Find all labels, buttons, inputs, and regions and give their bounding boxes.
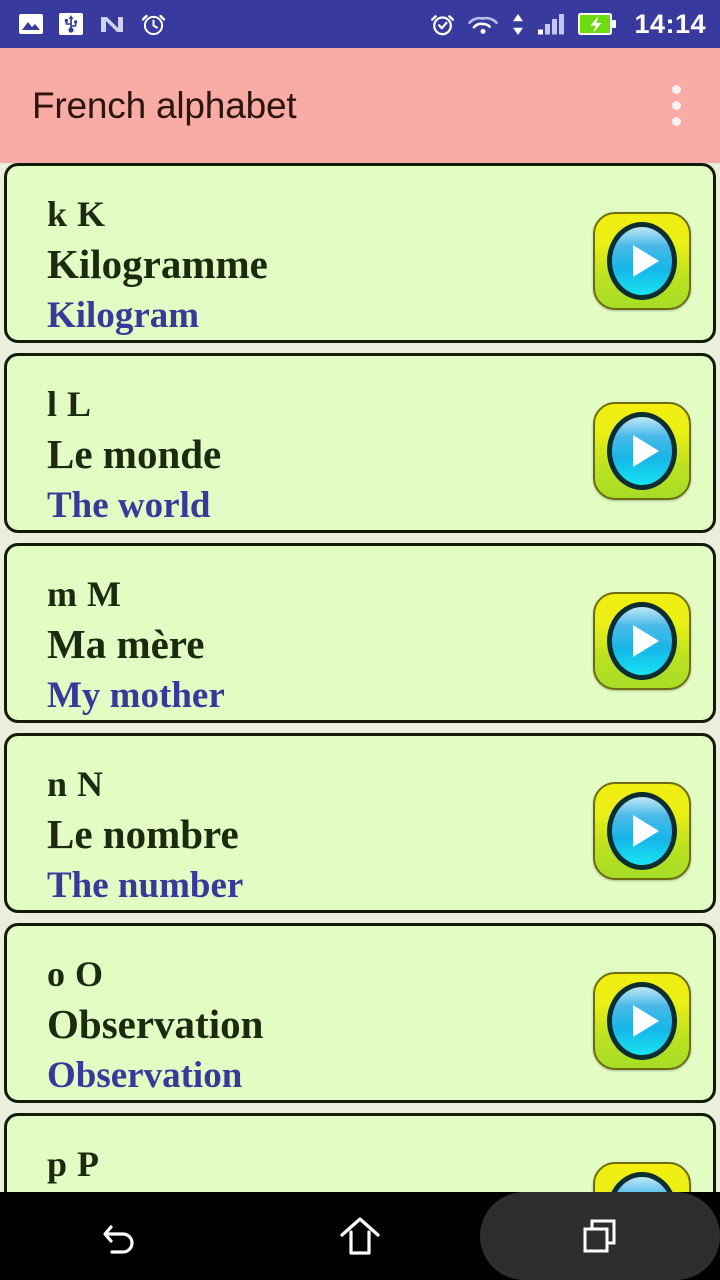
french-word: Observation bbox=[47, 1000, 264, 1047]
home-icon bbox=[340, 1217, 380, 1255]
play-disc bbox=[607, 412, 677, 490]
alarm-clock-icon bbox=[141, 14, 166, 35]
french-word: Kilogramme bbox=[47, 240, 268, 287]
status-bar-left-icons bbox=[18, 11, 167, 38]
play-icon bbox=[633, 435, 659, 467]
english-translation: Observation bbox=[47, 1054, 243, 1096]
list-item-text: n N Le nombre The number bbox=[47, 758, 593, 909]
status-bar-right-icons: 14:14 bbox=[429, 9, 706, 40]
overflow-dot-icon bbox=[671, 117, 681, 126]
list-item-text: m M Ma mère My mother bbox=[47, 568, 593, 719]
list-item[interactable]: l L Le monde The world bbox=[4, 353, 716, 533]
overflow-dot-icon bbox=[671, 101, 681, 110]
alphabet-list[interactable]: k K Kilogramme Kilogram l L Le monde The… bbox=[0, 163, 720, 1193]
play-icon bbox=[633, 625, 659, 657]
list-item[interactable]: k K Kilogramme Kilogram bbox=[4, 163, 716, 343]
letter-pair: o O bbox=[47, 954, 104, 994]
letter-pair: p P bbox=[47, 1144, 100, 1184]
letter-pair: m M bbox=[47, 574, 122, 614]
play-disc bbox=[607, 982, 677, 1060]
wifi-icon bbox=[468, 16, 499, 34]
english-translation: Kilogram bbox=[47, 294, 200, 336]
play-button[interactable] bbox=[593, 402, 691, 500]
french-word: Ma mère bbox=[47, 620, 205, 667]
english-translation: The number bbox=[47, 864, 244, 906]
play-disc bbox=[607, 222, 677, 300]
list-item-text: o O Observation Observation bbox=[47, 948, 593, 1099]
letter-pair: n N bbox=[47, 764, 104, 804]
usb-icon bbox=[59, 13, 83, 35]
list-item[interactable]: m M Ma mère My mother bbox=[4, 543, 716, 723]
navigation-bar bbox=[0, 1192, 720, 1280]
list-item-text: l L Le monde The world bbox=[47, 378, 593, 529]
status-bar: 14:14 bbox=[0, 0, 720, 48]
overflow-dot-icon bbox=[671, 85, 681, 94]
play-disc bbox=[607, 1172, 677, 1193]
overflow-menu-button[interactable] bbox=[654, 76, 698, 136]
french-word: Le nombre bbox=[47, 810, 239, 857]
back-arrow-icon bbox=[103, 1225, 134, 1254]
recents-icon bbox=[583, 1219, 616, 1253]
english-translation: The world bbox=[47, 484, 211, 526]
play-button[interactable] bbox=[593, 212, 691, 310]
list-item-text: p P bbox=[47, 1138, 593, 1190]
list-item[interactable]: n N Le nombre The number bbox=[4, 733, 716, 913]
play-disc bbox=[607, 792, 677, 870]
play-icon bbox=[633, 815, 659, 847]
battery-charging-icon bbox=[578, 13, 617, 35]
letter-pair: l L bbox=[47, 384, 92, 424]
play-button[interactable] bbox=[593, 1162, 691, 1193]
list-item-text: k K Kilogramme Kilogram bbox=[47, 188, 593, 339]
app-bar: French alphabet bbox=[0, 48, 720, 163]
data-transfer-arrows-icon bbox=[513, 13, 524, 35]
play-icon bbox=[633, 1005, 659, 1037]
status-bar-clock: 14:14 bbox=[634, 8, 706, 39]
list-item[interactable]: o O Observation Observation bbox=[4, 923, 716, 1103]
home-button[interactable] bbox=[240, 1192, 480, 1280]
french-word: Le monde bbox=[47, 430, 222, 477]
play-button[interactable] bbox=[593, 592, 691, 690]
page-title: French alphabet bbox=[32, 84, 297, 126]
play-button[interactable] bbox=[593, 782, 691, 880]
signal-bars-icon bbox=[538, 13, 565, 34]
recents-button[interactable] bbox=[480, 1192, 720, 1280]
list-item[interactable]: p P bbox=[4, 1113, 716, 1193]
play-button[interactable] bbox=[593, 972, 691, 1070]
alarm-clock-icon bbox=[431, 14, 455, 35]
nfc-n-icon bbox=[101, 17, 123, 32]
play-icon bbox=[633, 245, 659, 277]
back-button[interactable] bbox=[0, 1192, 240, 1280]
play-disc bbox=[607, 602, 677, 680]
letter-pair: k K bbox=[47, 194, 106, 234]
image-icon bbox=[19, 14, 43, 34]
english-translation: My mother bbox=[47, 674, 225, 716]
